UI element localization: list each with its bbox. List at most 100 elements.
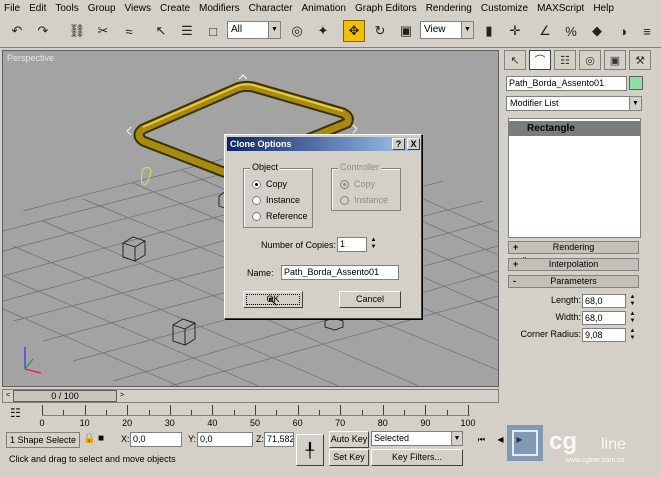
chevron-down-icon: ▼ bbox=[268, 22, 280, 38]
menu-item-group[interactable]: Group bbox=[88, 3, 116, 14]
copies-label: Number of Copies: bbox=[261, 240, 337, 250]
object-name-field[interactable]: Path_Borda_Assento01 bbox=[506, 76, 627, 91]
select-and-move-target-icon[interactable]: ◎ bbox=[286, 20, 308, 42]
select-and-manipulate-icon[interactable]: ✦ bbox=[312, 20, 334, 42]
radio-instance[interactable]: Instance bbox=[252, 195, 300, 205]
redo-icon[interactable]: ↷ bbox=[32, 20, 54, 42]
go-to-start-icon[interactable]: ⏮ bbox=[472, 432, 491, 447]
unlink-icon[interactable]: ✂ bbox=[92, 20, 114, 42]
select-object-icon[interactable]: ↖ bbox=[150, 20, 172, 42]
dialog-title-bar[interactable]: Clone Options ? X bbox=[227, 137, 420, 151]
cgline-watermark: cg line www.cgline.com.cn bbox=[505, 425, 661, 465]
auto-key-button[interactable]: Auto Key bbox=[329, 431, 369, 448]
select-by-name-icon[interactable]: ☰ bbox=[176, 20, 198, 42]
select-and-move-icon[interactable]: ✥ bbox=[343, 20, 365, 42]
modify-tab-icon[interactable]: ⌒ bbox=[529, 50, 551, 70]
menu-item-graph-editors[interactable]: Graph Editors bbox=[355, 3, 417, 14]
menu-item-animation[interactable]: Animation bbox=[302, 3, 346, 14]
utilities-tab-icon[interactable]: ⚒ bbox=[629, 50, 651, 70]
lock-selection-icon[interactable]: 🔒 bbox=[83, 433, 95, 444]
track-bar-ruler[interactable]: 0 10 20 30 40 50 60 70 80 90 100 bbox=[39, 405, 476, 428]
corner-radius-input[interactable]: 9,08 bbox=[582, 328, 626, 342]
rectangular-selection-icon[interactable]: □ bbox=[202, 20, 224, 42]
copies-input[interactable]: 1 bbox=[337, 237, 367, 252]
radio-controller-instance[interactable]: Instance bbox=[340, 195, 388, 205]
width-spinner-icon[interactable]: ▲ ▼ bbox=[628, 311, 637, 325]
create-tab-icon[interactable]: ↖ bbox=[504, 50, 526, 70]
set-key-icon[interactable]: ╀ bbox=[296, 434, 324, 466]
angle-snap-icon[interactable]: ∠ bbox=[534, 20, 556, 42]
select-manipulate-icon[interactable]: ✛ bbox=[504, 20, 526, 42]
copies-spinner-icon[interactable]: ▲ ▼ bbox=[369, 237, 378, 251]
rollout-interpolation[interactable]: + Interpolation bbox=[508, 258, 639, 271]
track-tick-label: 0 bbox=[39, 418, 45, 428]
rollout-parameters[interactable]: - Parameters bbox=[508, 275, 639, 288]
undo-icon[interactable]: ↶ bbox=[6, 20, 28, 42]
reference-coordinate-dropdown[interactable]: View ▼ bbox=[420, 21, 474, 39]
menu-item-customize[interactable]: Customize bbox=[481, 3, 528, 14]
x-coordinate-input[interactable]: 0,0 bbox=[130, 432, 182, 447]
width-param: Width: 68,0 ▲ ▼ bbox=[508, 311, 641, 326]
controller-group-title: Controller bbox=[338, 162, 382, 172]
y-coordinate-input[interactable]: 0,0 bbox=[197, 432, 253, 447]
radio-reference-label: Reference bbox=[266, 211, 308, 221]
percent-snap-icon[interactable]: % bbox=[560, 20, 582, 42]
display-tab-icon[interactable]: ▣ bbox=[604, 50, 626, 70]
width-input[interactable]: 68,0 bbox=[582, 311, 626, 325]
menu-item-rendering[interactable]: Rendering bbox=[426, 3, 472, 14]
length-spinner-icon[interactable]: ▲ ▼ bbox=[628, 294, 637, 308]
mirror-icon[interactable]: ◑ bbox=[612, 20, 634, 42]
cancel-button[interactable]: Cancel bbox=[339, 291, 401, 308]
track-tick-label: 40 bbox=[207, 418, 218, 428]
set-key-button[interactable]: Set Key bbox=[329, 449, 369, 466]
mini-curve-editor-icon[interactable]: ☷ bbox=[10, 406, 21, 420]
name-input[interactable]: Path_Borda_Assento01 bbox=[281, 265, 399, 280]
chevron-left-icon[interactable]: < bbox=[3, 390, 13, 402]
modifier-list-dropdown[interactable]: Modifier List ▼ bbox=[506, 96, 642, 111]
radio-controller-copy[interactable]: Copy bbox=[340, 179, 375, 189]
absolute-mode-icon[interactable]: ■ bbox=[98, 433, 104, 444]
select-and-scale-icon[interactable]: ▣ bbox=[395, 20, 417, 42]
track-tick-label: 80 bbox=[377, 418, 388, 428]
menu-item-file[interactable]: File bbox=[4, 3, 20, 14]
object-color-swatch[interactable] bbox=[629, 76, 643, 90]
radio-reference[interactable]: Reference bbox=[252, 211, 308, 221]
align-icon[interactable]: ≡ bbox=[636, 20, 658, 42]
time-slider[interactable]: < 0 / 100 > bbox=[2, 389, 499, 403]
radio-copy[interactable]: Copy bbox=[252, 179, 287, 189]
menu-item-help[interactable]: Help bbox=[593, 3, 614, 14]
close-icon[interactable]: X bbox=[407, 138, 420, 150]
corner-radius-label: Corner Radius: bbox=[520, 329, 581, 339]
select-and-link-icon[interactable]: ⛓ bbox=[66, 20, 88, 42]
key-filters-button[interactable]: Key Filters... bbox=[371, 449, 463, 466]
track-tick-label: 30 bbox=[164, 418, 175, 428]
menu-item-tools[interactable]: Tools bbox=[55, 3, 78, 14]
menu-item-character[interactable]: Character bbox=[249, 3, 293, 14]
modifier-stack[interactable]: Rectangle bbox=[508, 118, 641, 238]
main-toolbar: ↶ ↷ ⛓ ✂ ≈ ↖ ☰ □ All ▼ ◎ ✦ ✥ ↻ ▣ View ▼ ▮… bbox=[0, 16, 661, 48]
bind-to-space-warp-icon[interactable]: ≈ bbox=[118, 20, 140, 42]
axis-tripod bbox=[24, 347, 42, 374]
corner-radius-spinner-icon[interactable]: ▲ ▼ bbox=[628, 328, 637, 342]
menu-item-views[interactable]: Views bbox=[125, 3, 152, 14]
select-and-rotate-icon[interactable]: ↻ bbox=[369, 20, 391, 42]
selection-filter-dropdown[interactable]: All ▼ bbox=[227, 21, 281, 39]
spinner-snap-icon[interactable]: ◆ bbox=[586, 20, 608, 42]
menu-item-modifiers[interactable]: Modifiers bbox=[199, 3, 240, 14]
stack-item-rectangle[interactable]: Rectangle bbox=[509, 121, 640, 136]
pivot-center-icon[interactable]: ▮ bbox=[478, 20, 500, 42]
menu-item-edit[interactable]: Edit bbox=[29, 3, 46, 14]
track-bar[interactable]: ☷ 0 10 20 30 40 50 60 70 80 90 100 bbox=[2, 404, 476, 430]
hierarchy-tab-icon[interactable]: ☷ bbox=[554, 50, 576, 70]
z-coordinate-input[interactable]: 71,582 bbox=[264, 432, 294, 447]
menu-item-maxscript[interactable]: MAXScript bbox=[537, 3, 584, 14]
key-mode-dropdown[interactable]: Selected ▼ bbox=[371, 431, 463, 446]
motion-tab-icon[interactable]: ◎ bbox=[579, 50, 601, 70]
help-button[interactable]: ? bbox=[392, 138, 405, 150]
time-slider-thumb[interactable]: 0 / 100 bbox=[13, 390, 117, 402]
menu-item-create[interactable]: Create bbox=[160, 3, 190, 14]
chevron-right-icon[interactable]: > bbox=[117, 390, 127, 402]
length-input[interactable]: 68,0 bbox=[582, 294, 626, 308]
rollout-rendering[interactable]: + Rendering bbox=[508, 241, 639, 254]
selection-count: 1 Shape Selecte bbox=[6, 432, 80, 448]
